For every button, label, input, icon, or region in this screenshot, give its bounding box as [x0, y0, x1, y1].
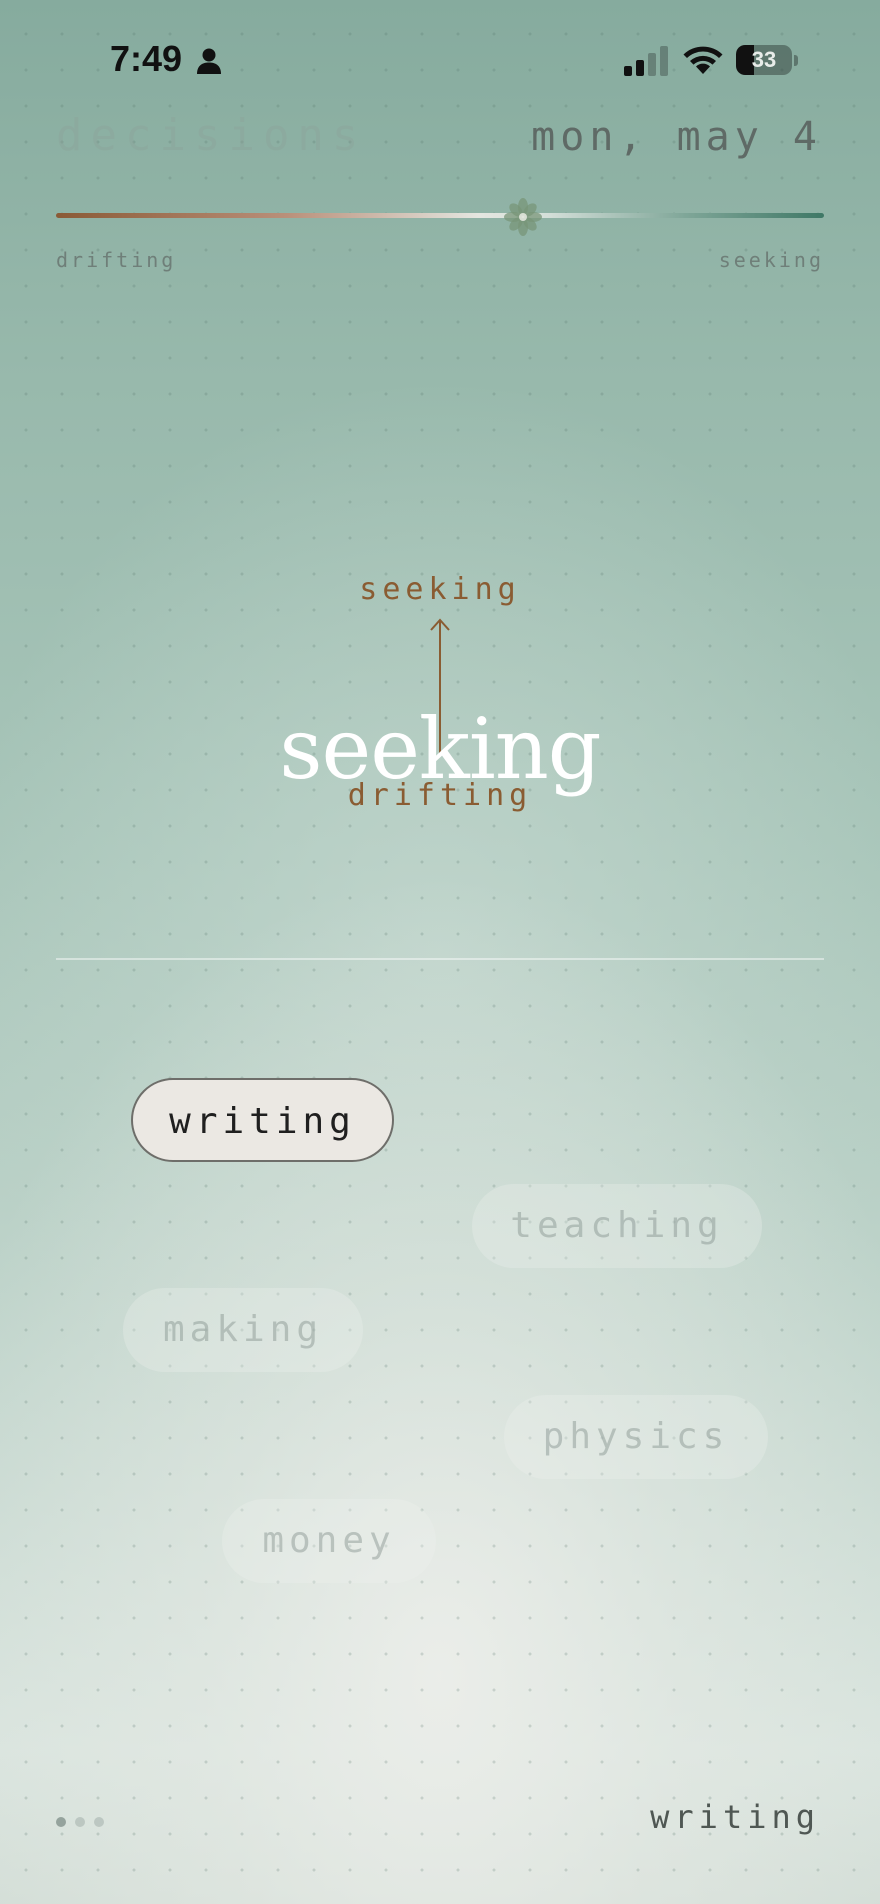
section-divider	[56, 958, 824, 960]
date-label: mon, may 4	[531, 114, 822, 160]
cellular-signal-icon	[624, 46, 668, 76]
dot-grid-background	[0, 0, 880, 1904]
battery-icon: 33	[736, 45, 800, 77]
topic-pill-making[interactable]: making	[123, 1288, 363, 1372]
topic-pill-physics[interactable]: physics	[504, 1395, 768, 1479]
current-state-title: seeking	[279, 700, 601, 798]
page-dot[interactable]	[75, 1817, 85, 1827]
battery-percentage: 33	[751, 47, 777, 72]
axis-top-label: seeking	[359, 572, 521, 607]
status-time: 7:49	[110, 38, 183, 79]
wifi-icon	[683, 46, 723, 74]
person-icon	[197, 48, 221, 74]
slider-left-label: drifting	[56, 248, 177, 272]
page-indicator[interactable]	[56, 1812, 116, 1827]
app-title: decisions	[56, 110, 367, 161]
page-dot[interactable]	[56, 1817, 66, 1827]
topic-pill-teaching[interactable]: teaching	[472, 1184, 762, 1268]
topic-pill-money[interactable]: money	[222, 1499, 436, 1583]
slider-right-label: seeking	[718, 248, 824, 272]
mood-slider-track[interactable]	[56, 213, 824, 218]
page-dot[interactable]	[94, 1817, 104, 1827]
flower-icon[interactable]	[503, 197, 543, 237]
topic-pill-writing[interactable]: writing	[131, 1078, 394, 1162]
selected-topic-label: writing	[650, 1798, 820, 1836]
